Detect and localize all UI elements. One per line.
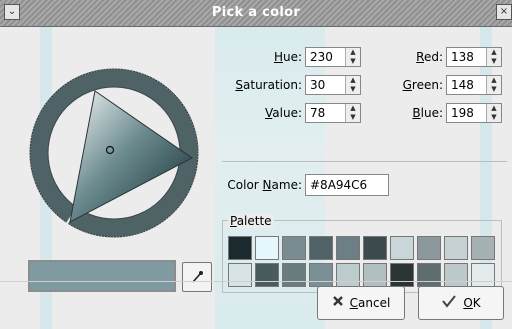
- window-title: Pick a color: [211, 5, 301, 20]
- palette-swatch[interactable]: [417, 263, 441, 287]
- value-spin-arrows[interactable]: ▲ ▼: [345, 104, 360, 122]
- palette-swatch[interactable]: [363, 263, 387, 287]
- current-color-preview: [28, 260, 176, 292]
- palette-swatch[interactable]: [282, 263, 306, 287]
- palette-swatch[interactable]: [417, 236, 441, 260]
- hue-spin-arrows[interactable]: ▲ ▼: [345, 48, 360, 66]
- green-label: Green:: [402, 78, 443, 92]
- green-spin-arrows[interactable]: ▲ ▼: [486, 76, 501, 94]
- red-spinbutton[interactable]: 138 ▲ ▼: [446, 47, 502, 67]
- color-name-input[interactable]: #8A94C6: [305, 174, 389, 196]
- dialog-content: Hue: 230 ▲ ▼ Saturation: 30 ▲ ▼ Value: 78 …: [0, 27, 512, 329]
- hue-spinbutton[interactable]: 230 ▲ ▼: [305, 47, 361, 67]
- palette-swatch[interactable]: [471, 236, 495, 260]
- palette-swatch[interactable]: [228, 263, 252, 287]
- cancel-x-icon: [332, 295, 344, 311]
- title-bar: ⌄ Pick a color ×: [0, 0, 512, 27]
- blue-spinbutton[interactable]: 198 ▲ ▼: [446, 103, 502, 123]
- palette-swatch[interactable]: [363, 236, 387, 260]
- value-label: Value:: [265, 106, 302, 120]
- separator: [222, 161, 507, 162]
- saturation-label: Saturation:: [235, 78, 302, 92]
- checkmark-icon: [441, 294, 457, 312]
- red-label: Red:: [416, 50, 443, 64]
- palette-swatch[interactable]: [336, 236, 360, 260]
- palette-swatch[interactable]: [390, 263, 414, 287]
- blue-spin-arrows[interactable]: ▲ ▼: [486, 104, 501, 122]
- hue-label: Hue:: [273, 50, 302, 64]
- blue-label: Blue:: [412, 106, 443, 120]
- palette-swatch[interactable]: [444, 263, 468, 287]
- palette-swatch[interactable]: [444, 236, 468, 260]
- value-spinbutton[interactable]: 78 ▲ ▼: [305, 103, 361, 123]
- palette-swatch[interactable]: [255, 263, 279, 287]
- green-spinbutton[interactable]: 148 ▲ ▼: [446, 75, 502, 95]
- color-name-label: Color Name:: [227, 178, 302, 192]
- palette-swatch[interactable]: [309, 236, 333, 260]
- palette-swatch[interactable]: [228, 236, 252, 260]
- saturation-spin-arrows[interactable]: ▲ ▼: [345, 76, 360, 94]
- eyedropper-button[interactable]: [182, 262, 212, 292]
- red-spin-arrows[interactable]: ▲ ▼: [486, 48, 501, 66]
- close-button[interactable]: ×: [496, 4, 512, 20]
- palette-swatch[interactable]: [336, 263, 360, 287]
- cancel-button[interactable]: Cancel: [317, 286, 405, 320]
- palette-swatch[interactable]: [390, 236, 414, 260]
- palette-label: Palette: [228, 214, 274, 228]
- palette-swatch[interactable]: [282, 236, 306, 260]
- palette-swatch[interactable]: [309, 263, 333, 287]
- hsv-color-wheel[interactable]: [26, 65, 202, 241]
- palette-swatch[interactable]: [255, 236, 279, 260]
- ok-button[interactable]: OK: [418, 286, 504, 320]
- palette-swatch[interactable]: [471, 263, 495, 287]
- button-separator: [0, 281, 512, 282]
- saturation-spinbutton[interactable]: 30 ▲ ▼: [305, 75, 361, 95]
